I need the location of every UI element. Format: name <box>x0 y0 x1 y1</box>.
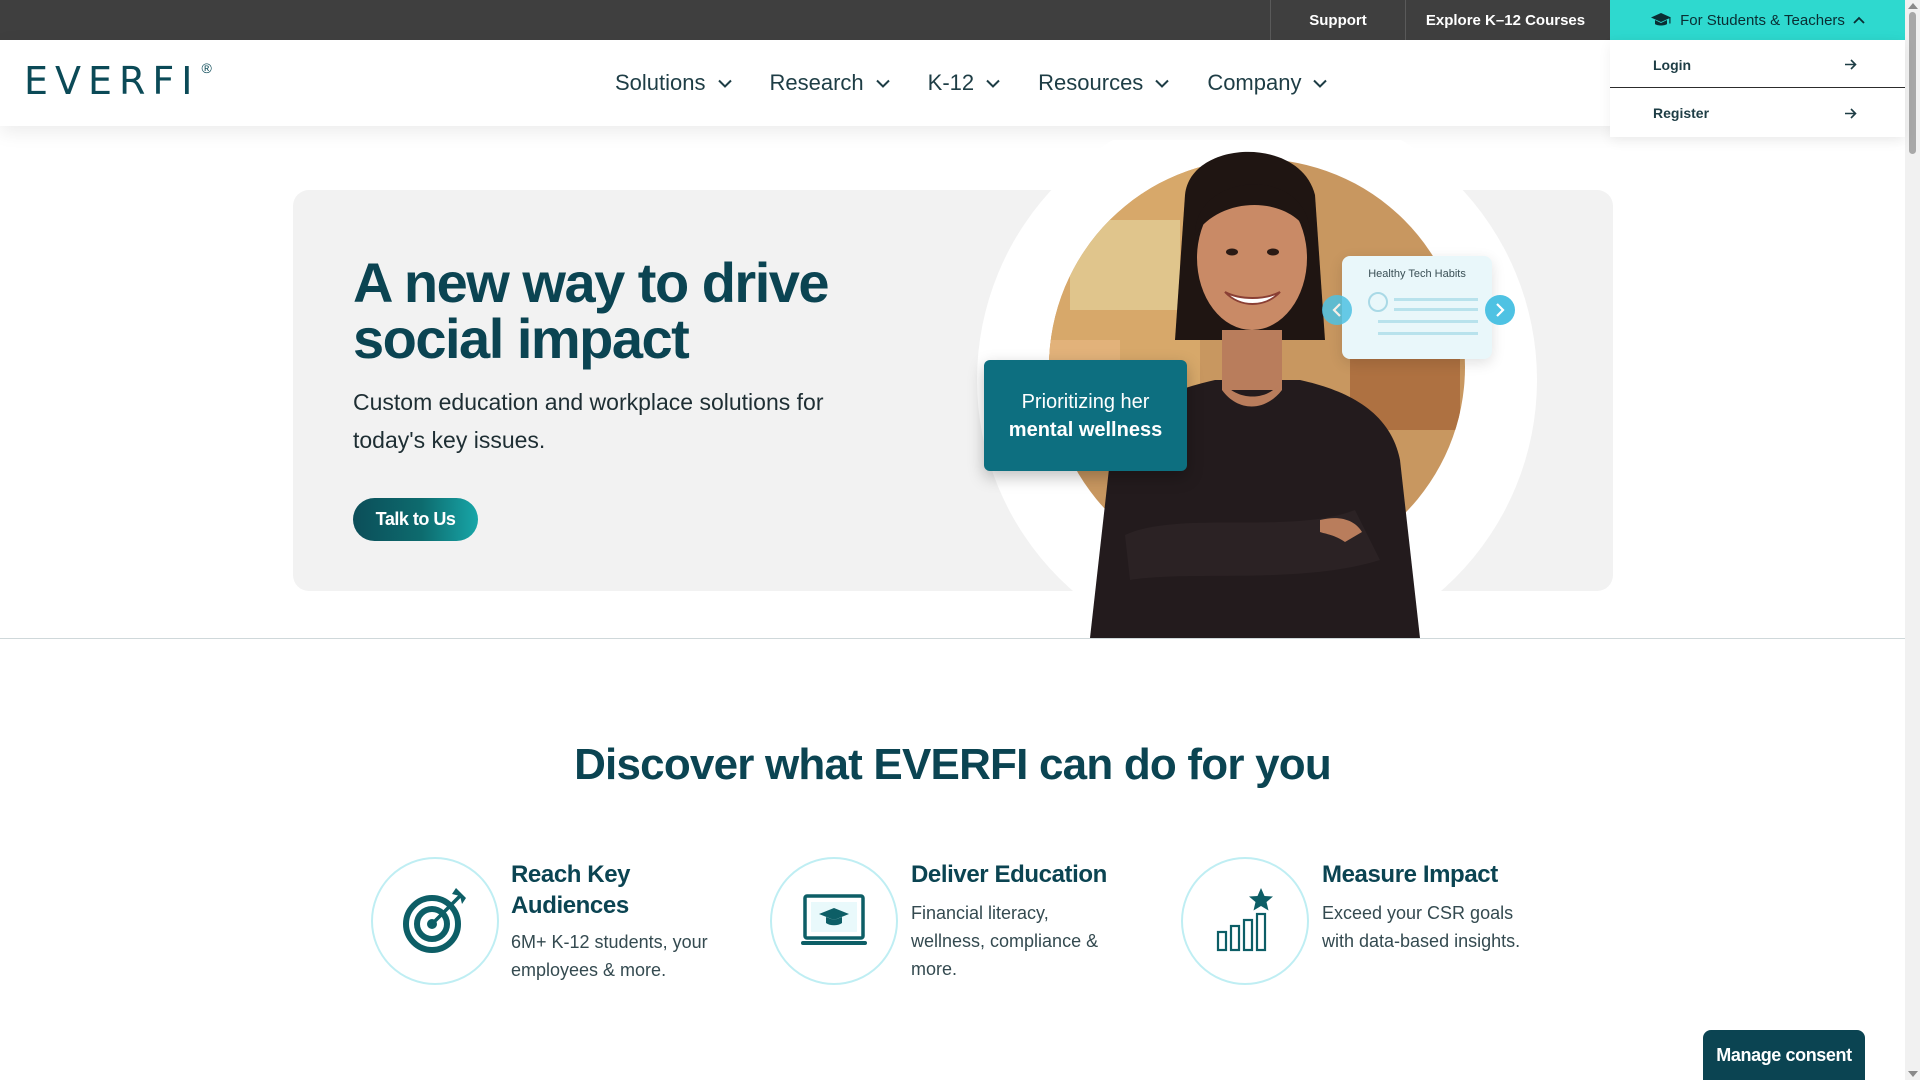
students-teachers-toggle[interactable]: For Students & Teachers <box>1610 0 1905 40</box>
register-label: Register <box>1653 105 1710 121</box>
chevron-down-icon <box>717 79 732 88</box>
hero-subtitle: Custom education and workplace solutions… <box>353 389 824 453</box>
register-link[interactable]: Register <box>1610 89 1905 137</box>
support-link-label: Support <box>1309 11 1367 29</box>
manage-consent-label: Manage consent <box>1716 1044 1852 1065</box>
everfi-logo[interactable]: EVERFI ® <box>24 59 212 103</box>
bar-chart-star-icon <box>1181 857 1309 985</box>
feature-text-reach: 6M+ K-12 students, your employees & more… <box>511 932 708 980</box>
explore-courses-label: Explore K–12 Courses <box>1425 11 1586 29</box>
page-scrollbar[interactable] <box>1905 0 1920 1080</box>
carousel-next-button[interactable] <box>1485 295 1515 325</box>
nav-resources-label: Resources <box>1038 70 1144 95</box>
nav-solutions[interactable]: Solutions <box>615 70 732 96</box>
main-nav: Solutions Research K-12 Resources Compan… <box>615 40 1328 126</box>
talk-to-us-label: Talk to Us <box>375 509 456 529</box>
chevron-left-icon <box>1332 303 1341 317</box>
nav-resources[interactable]: Resources <box>1038 70 1170 96</box>
scroll-thumb[interactable] <box>1909 12 1916 154</box>
nav-research-label: Research <box>769 70 864 95</box>
arrow-right-icon <box>1845 107 1857 119</box>
feature-title-measure: Measure Impact <box>1322 861 1498 888</box>
feature-title-reach: Reach Key Audiences <box>511 861 631 919</box>
feature-text-deliver: Financial literacy, wellness, compliance… <box>911 903 1099 979</box>
wellness-line-2: mental wellness <box>1008 419 1163 441</box>
wellness-line-1: Prioritizing her <box>1021 391 1150 413</box>
students-teachers-label: For Students & Teachers <box>1680 11 1845 29</box>
nav-company[interactable]: Company <box>1207 70 1328 96</box>
healthy-tech-habits-label: Healthy Tech Habits <box>1368 268 1466 280</box>
carousel-prev-button[interactable] <box>1322 295 1352 325</box>
feature-title-deliver: Deliver Education <box>911 861 1107 888</box>
students-teachers-dropdown: Login Register <box>1610 40 1905 137</box>
nav-solutions-label: Solutions <box>615 70 706 95</box>
mental-wellness-text: Prioritizing her mental wellness <box>984 388 1187 444</box>
scroll-up-arrow-icon[interactable] <box>1908 3 1918 9</box>
target-icon <box>371 857 499 985</box>
hero-divider <box>0 638 1905 639</box>
scroll-down-arrow-icon[interactable] <box>1908 1071 1918 1077</box>
chevron-down-icon <box>1155 79 1170 88</box>
talk-to-us-button[interactable]: Talk to Us <box>353 498 478 541</box>
logo-registered-mark: ® <box>201 60 212 76</box>
utility-bar: Support Explore K–12 Courses For Student… <box>0 0 1905 40</box>
nav-k12[interactable]: K-12 <box>928 70 1000 96</box>
explore-courses-link[interactable]: Explore K–12 Courses <box>1405 0 1605 40</box>
nav-research[interactable]: Research <box>770 70 890 96</box>
chevron-down-icon <box>986 79 1000 88</box>
arrow-right-icon <box>1845 59 1857 70</box>
discover-title: Discover what EVERFI can do for you <box>574 740 1332 789</box>
login-label: Login <box>1653 56 1692 73</box>
support-link[interactable]: Support <box>1270 0 1405 40</box>
feature-text-measure: Exceed your CSR goals with data-based in… <box>1322 903 1521 951</box>
manage-consent-button[interactable]: Manage consent <box>1703 1030 1865 1080</box>
graduation-cap-icon <box>1651 13 1672 26</box>
chevron-down-icon <box>1313 79 1328 88</box>
laptop-graduation-icon <box>770 857 898 985</box>
chevron-right-icon <box>1496 303 1505 317</box>
hero-title: A new way to drive social impact <box>353 251 830 370</box>
chevron-up-icon <box>1853 16 1865 24</box>
logo-text: EVERFI <box>24 59 200 103</box>
nav-k12-label: K-12 <box>927 70 975 95</box>
nav-company-label: Company <box>1207 70 1302 95</box>
chevron-down-icon <box>875 79 890 88</box>
login-link[interactable]: Login <box>1610 42 1905 88</box>
